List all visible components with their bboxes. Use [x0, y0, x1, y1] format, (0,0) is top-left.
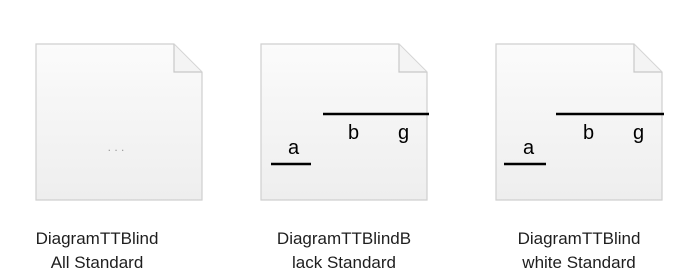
file-name-line2: All Standard	[50, 253, 144, 272]
document-thumbnail-icon: a b g	[257, 40, 429, 204]
file-name-line2: lack Standard	[292, 253, 396, 272]
file-name-label: DiagramTTBlind All Standard	[2, 227, 192, 275]
thumbnail-label-a: a	[523, 137, 535, 159]
thumbnail-label-b: b	[583, 122, 594, 144]
file-item-diagramttblindblack-standard[interactable]: a b g DiagramTTBlindB lack Standard	[249, 0, 439, 279]
file-grid: . . . DiagramTTBlind All Standard a b g …	[0, 0, 688, 279]
thumbnail-label-g: g	[633, 122, 644, 144]
thumbnail-label-b: b	[348, 122, 359, 144]
document-thumbnail-icon: a b g	[492, 40, 664, 204]
file-name-label: DiagramTTBlindB lack Standard	[249, 227, 439, 275]
file-item-diagramttblind-white-standard[interactable]: a b g DiagramTTBlind white Standard	[484, 0, 674, 279]
thumbnail-label-a: a	[288, 137, 300, 159]
file-item-diagramttblind-all-standard[interactable]: . . . DiagramTTBlind All Standard	[2, 0, 203, 279]
file-name-label: DiagramTTBlind white Standard	[484, 227, 674, 275]
file-name-line1: DiagramTTBlind	[517, 229, 641, 248]
file-name-line2: white Standard	[522, 253, 636, 272]
thumbnail-label-g: g	[398, 122, 409, 144]
blank-document-icon: . . .	[32, 40, 204, 204]
file-name-line1: DiagramTTBlind	[35, 229, 159, 248]
thumbnail-dots: . . .	[108, 140, 125, 154]
file-name-line1: DiagramTTBlindB	[276, 229, 412, 248]
